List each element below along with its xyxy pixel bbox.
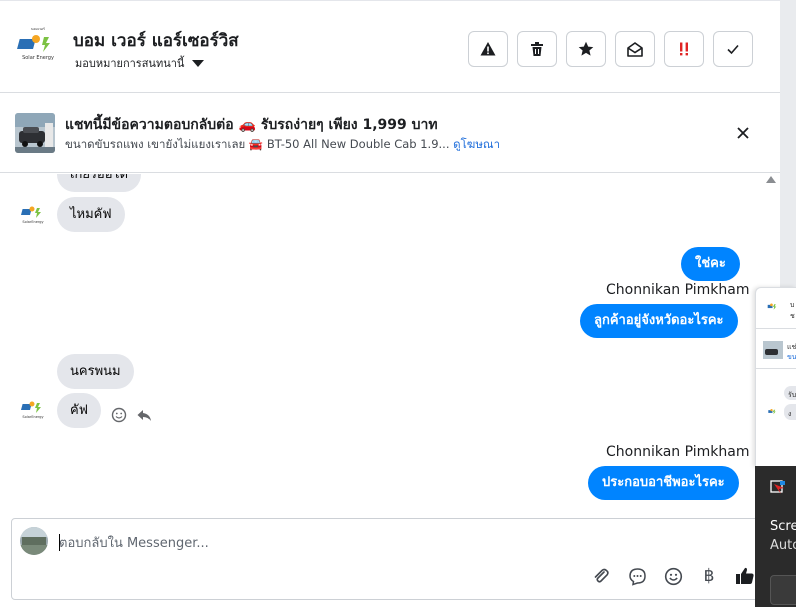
screenshot-tool-icon [770, 480, 785, 494]
secondary-chat-window[interactable]: บ ช แช่ ขน รับ ง [755, 287, 796, 467]
open-envelope-icon [627, 42, 643, 57]
text-cursor [59, 534, 60, 551]
assign-dropdown[interactable]: มอบหมายการสนทนานี้ [75, 54, 205, 72]
ad-subtitle: ขนาดขับรถแพง เขายังไม่แยงเราเลย 🚘 BT-50 … [65, 136, 500, 154]
svg-text:SolarEnergy: SolarEnergy [22, 415, 43, 419]
reply-icon[interactable] [136, 407, 152, 423]
spam-icon [680, 42, 688, 56]
reply-composer [11, 518, 763, 600]
composer-tools: ฿ [591, 566, 755, 586]
messenger-inbox-window: บอมเวอร์ Solar Energy บอม เวอร์ แอร์เซอร… [0, 0, 796, 607]
checkmark-icon [727, 44, 739, 55]
smiley-icon [664, 567, 682, 585]
react-emoji-icon[interactable] [111, 407, 127, 423]
star-icon [578, 41, 594, 56]
page-avatar [766, 406, 778, 418]
svg-text:SolarEnergy: SolarEnergy [22, 220, 43, 224]
saved-replies-button[interactable] [627, 566, 647, 586]
like-button[interactable] [735, 566, 755, 586]
payment-button[interactable]: ฿ [699, 566, 719, 586]
incoming-message: ไหมคัฟ [57, 197, 125, 232]
user-avatar [20, 527, 48, 555]
mark-unread-button[interactable] [615, 31, 655, 67]
emoji-button[interactable] [663, 566, 683, 586]
assign-label: มอบหมายการสนทนานี้ [75, 57, 185, 70]
thumbs-up-icon [736, 567, 754, 584]
paperclip-icon [594, 568, 609, 583]
overlay-snippet: รับ [788, 391, 796, 399]
reply-input[interactable] [59, 533, 579, 553]
outgoing-message: ประกอบอาชีพอะไรคะ [588, 466, 739, 500]
notification-action-button[interactable] [770, 575, 796, 605]
warning-icon [480, 42, 496, 56]
page-logo: บอมเวอร์ Solar Energy [16, 23, 60, 67]
page-title: บอม เวอร์ แอร์เซอร์วิส [73, 31, 239, 51]
ad-thumbnail [763, 341, 783, 359]
screenshot-notification[interactable]: Scre Auto [755, 466, 796, 607]
ad-description: ขนาดขับรถแพง เขายังไม่แยงเราเลย 🚘 BT-50 … [65, 137, 450, 151]
star-button[interactable] [566, 31, 606, 67]
overlay-divider [756, 328, 796, 329]
svg-text:บอมเวอร์: บอมเวอร์ [31, 27, 45, 31]
conversation-header: บอมเวอร์ Solar Energy บอม เวอร์ แอร์เซอร… [0, 0, 780, 93]
overlay-snippet: บ [790, 301, 795, 309]
incoming-message: คัฟ [57, 393, 101, 428]
notification-title: Scre [770, 519, 796, 534]
outgoing-message: ลูกค้าอยู่จังหวัดอะไรคะ [580, 304, 738, 338]
page-avatar: SolarEnergy [20, 395, 46, 421]
ad-thumbnail[interactable] [15, 113, 55, 153]
scroll-up-arrow[interactable] [766, 176, 776, 183]
attach-button[interactable] [591, 566, 611, 586]
overlay-snippet: ช [790, 312, 795, 320]
page-avatar: SolarEnergy [20, 200, 46, 226]
message-thread: เกียร์ออโต้ SolarEnergy ไหมคัฟ ใช่คะ Cho… [0, 174, 762, 516]
sender-name: Chonnikan Pimkham [606, 282, 750, 298]
chevron-down-icon [192, 59, 205, 67]
sender-name: Chonnikan Pimkham [606, 444, 750, 460]
overlay-divider [756, 368, 796, 369]
overlay-snippet: ง [788, 410, 792, 418]
spam-button[interactable] [664, 31, 704, 67]
delete-button[interactable] [517, 31, 557, 67]
outgoing-message: ใช่คะ [681, 247, 740, 281]
ad-title: แชทนี้มีข้อความตอบกลับต่อ 🚗 รับรถง่ายๆ เ… [65, 117, 438, 133]
trash-icon [531, 42, 543, 56]
baht-icon: ฿ [703, 566, 715, 586]
incoming-message: นครพนม [57, 354, 134, 389]
speech-bubble-icon [628, 567, 646, 586]
view-ad-link[interactable]: ดูโฆษณา [453, 137, 500, 151]
header-actions [468, 31, 753, 67]
overlay-snippet: ขน [787, 353, 796, 361]
close-icon[interactable] [734, 124, 752, 142]
incoming-message: เกียร์ออโต้ [57, 174, 141, 192]
report-button[interactable] [468, 31, 508, 67]
page-avatar [765, 300, 779, 314]
svg-text:Solar Energy: Solar Energy [22, 55, 54, 61]
mark-done-button[interactable] [713, 31, 753, 67]
notification-body: Auto [770, 538, 796, 553]
